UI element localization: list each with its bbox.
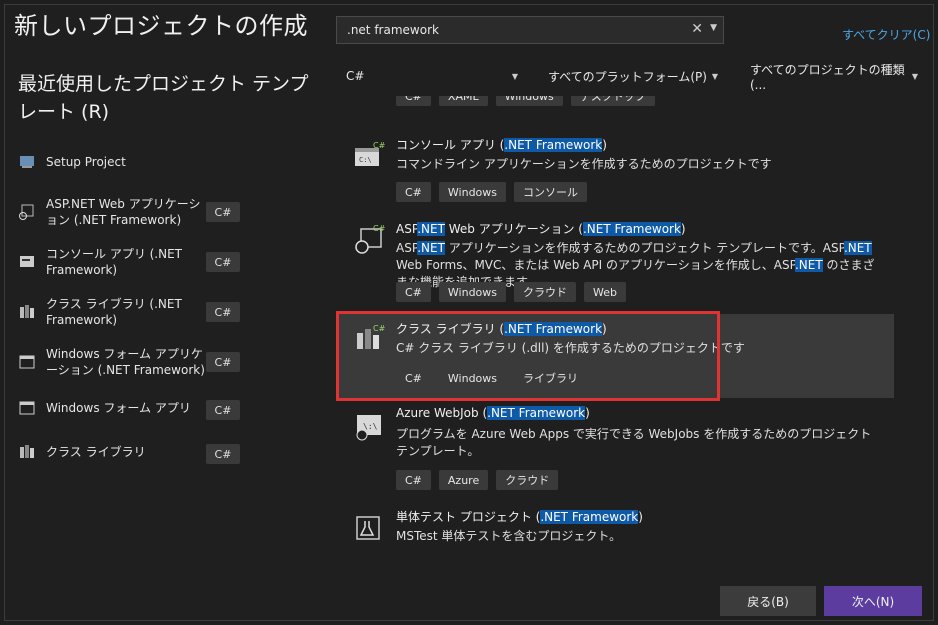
template-name: ASP.NET Web アプリケーション (.NET Framework) [396, 222, 686, 236]
template-description: プログラムを Azure Web Apps で実行できる WebJobs を作成… [396, 427, 872, 458]
tag: Windows [495, 96, 563, 106]
template-aspnet-web[interactable]: C# ASP.NET Web アプリケーション (.NET Framework)… [338, 214, 894, 314]
recent-item-lang-tag: C# [206, 252, 240, 272]
recent-item-setup-project[interactable]: Setup Project [18, 154, 248, 170]
template-name: Azure WebJob (.NET Framework) [396, 406, 590, 420]
recent-item-label: クラス ライブラリ (.NET Framework) [46, 297, 182, 327]
search-input[interactable] [347, 23, 677, 37]
project-type-filter-value: すべてのプロジェクトの種類(... [750, 62, 905, 92]
recent-item-label: Windows フォーム アプリケーション (.NET Framework) [46, 347, 205, 377]
recent-item-lang-tag: C# [206, 202, 240, 222]
recent-item-label: コンソール アプリ (.NET Framework) [46, 247, 183, 277]
tag: Web [584, 282, 626, 302]
class-library-icon: C# [352, 322, 386, 356]
tag: C# [396, 470, 431, 490]
tag: Windows [438, 282, 507, 302]
partial-item-tags: C# XAML Windows デスクトップ [396, 96, 655, 106]
clear-all-link[interactable]: すべてクリア(C) [842, 26, 930, 43]
console-app-icon [18, 254, 36, 270]
recent-item-lang-tag: C# [206, 302, 240, 322]
recent-templates-title: 最近使用したプロジェクト テンプレート (R) [18, 73, 309, 123]
template-description: C# クラス ライブラリ (.dll) を作成するためのプロジェクトです [396, 341, 745, 355]
web-app-icon [18, 204, 36, 220]
svg-text:\:\: \:\ [363, 422, 378, 431]
back-button[interactable]: 戻る(B) [720, 586, 816, 616]
tag: クラウド [496, 470, 559, 490]
platform-filter-value: すべてのプラットフォーム(P) [548, 69, 707, 84]
class-library-icon [18, 444, 36, 460]
template-description: コマンドライン アプリケーションを作成するためのプロジェクトです [396, 157, 772, 171]
tag: ライブラリ [514, 368, 588, 388]
tag: デスクトップ [570, 96, 655, 106]
template-description: MSTest 単体テストを含むプロジェクト。 [396, 529, 622, 543]
template-class-library[interactable]: C# クラス ライブラリ (.NET Framework) C# クラス ライブ… [338, 314, 894, 398]
unit-test-icon [352, 510, 386, 544]
tag: Azure [438, 470, 489, 490]
tag: C# [396, 368, 431, 388]
template-console-app[interactable]: C:\ C# コンソール アプリ (.NET Framework) コマンドライン… [338, 130, 894, 210]
svg-text:C#: C# [373, 141, 385, 150]
tag: クラウド [514, 282, 577, 302]
template-results-list: C# XAML Windows デスクトップ C:\ C# コンソール アプリ (… [338, 96, 894, 566]
recent-item-label: クラス ライブラリ [46, 445, 146, 459]
tag: C# [396, 282, 431, 302]
project-type-filter[interactable]: すべてのプロジェクトの種類(... ▼ [750, 63, 918, 92]
windows-forms-icon [18, 400, 36, 416]
chevron-down-icon[interactable]: ▼ [710, 23, 717, 33]
language-filter[interactable]: C# ▼ [346, 64, 518, 88]
svg-text:C:\: C:\ [359, 156, 372, 164]
tag: C# [396, 96, 431, 106]
chevron-down-icon: ▼ [911, 71, 918, 81]
template-name: クラス ライブラリ (.NET Framework) [396, 322, 607, 336]
recent-item-lang-tag: C# [206, 444, 240, 464]
platform-filter[interactable]: すべてのプラットフォーム(P) ▼ [548, 64, 718, 88]
search-box[interactable]: ✕ ▼ [336, 16, 724, 44]
console-app-icon: C:\ C# [352, 138, 386, 172]
setup-project-icon [18, 154, 36, 170]
tag: Windows [438, 368, 507, 388]
template-name: 単体テスト プロジェクト (.NET Framework) [396, 510, 643, 524]
web-app-icon: C# [352, 222, 386, 256]
recent-item-lang-tag: C# [206, 400, 240, 420]
page-title: 新しいプロジェクトの作成 [14, 12, 308, 40]
close-icon[interactable]: ✕ [691, 21, 703, 37]
class-library-icon [18, 304, 36, 320]
template-unit-test[interactable]: 単体テスト プロジェクト (.NET Framework) MSTest 単体テ… [338, 502, 894, 562]
tag: XAML [438, 96, 488, 106]
template-name: コンソール アプリ (.NET Framework) [396, 138, 607, 152]
template-tags: C# Windows ライブラリ [396, 368, 588, 388]
template-tags: C# Windows クラウド Web [396, 282, 626, 302]
windows-forms-icon [18, 354, 36, 370]
template-tags: C# Azure クラウド [396, 470, 559, 490]
chevron-down-icon: ▼ [511, 71, 518, 81]
azure-webjob-icon: \:\ [352, 408, 386, 442]
svg-text:C#: C# [373, 224, 385, 233]
chevron-down-icon: ▼ [711, 71, 718, 81]
recent-item-label: ASP.NET Web アプリケーション (.NET Framework) [46, 197, 201, 227]
tag: C# [396, 182, 431, 202]
language-filter-value: C# [346, 69, 365, 83]
recent-item-label: Setup Project [46, 155, 126, 169]
template-azure-webjob[interactable]: \:\ Azure WebJob (.NET Framework) プログラムを… [338, 400, 894, 498]
tag: コンソール [514, 182, 588, 202]
recent-item-lang-tag: C# [206, 352, 240, 372]
next-button[interactable]: 次へ(N) [824, 586, 922, 616]
tag: Windows [438, 182, 507, 202]
svg-text:C#: C# [373, 324, 385, 333]
recent-item-label: Windows フォーム アプリ [46, 401, 191, 415]
template-tags: C# Windows コンソール [396, 182, 588, 202]
